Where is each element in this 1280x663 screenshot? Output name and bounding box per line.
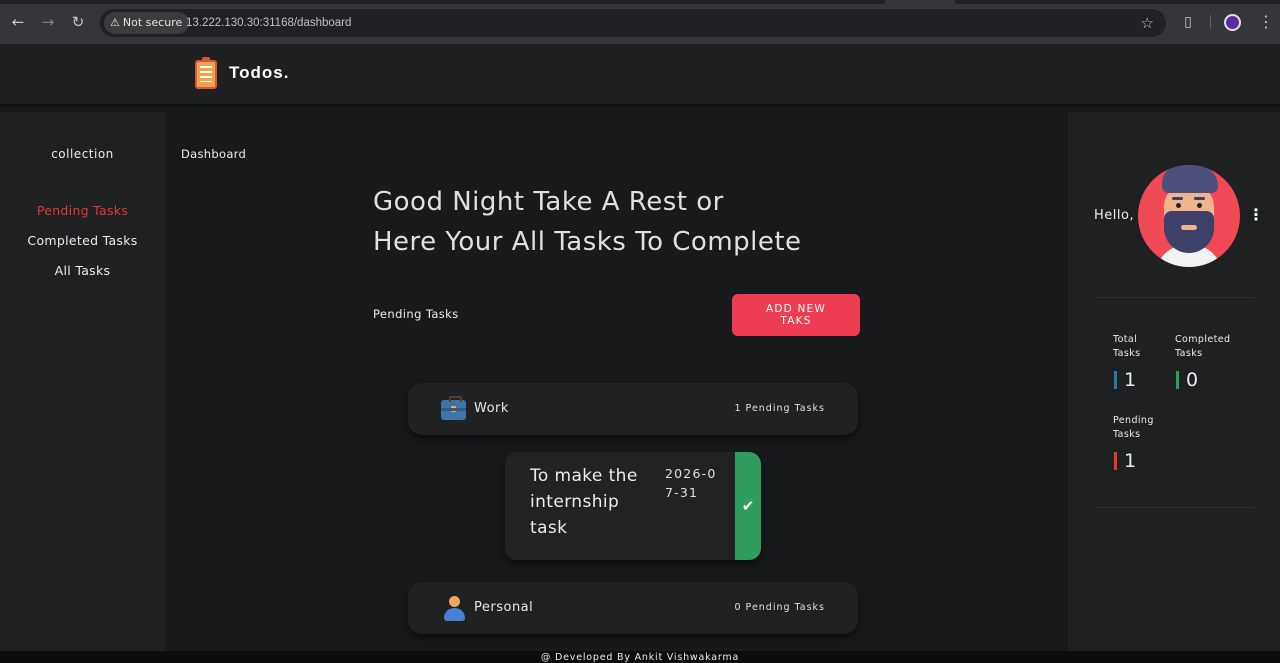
security-label: Not secure [122,16,183,29]
stat-completed-label: Completed Tasks [1175,334,1231,359]
url-text[interactable]: 13.222.130.30:31168/dashboard [186,9,351,37]
app-title[interactable]: Todos. [229,63,289,83]
main-content: Dashboard Good Night Take A Rest or Here… [166,112,1067,651]
briefcase-icon [441,396,466,420]
more-options-icon[interactable]: ⋮ [1248,206,1264,224]
profile-avatar-icon[interactable] [1224,14,1241,31]
complete-task-button[interactable]: ✔ [735,452,761,560]
address-bar[interactable]: ⚠ Not secure 13.222.130.30:31168/dashboar… [100,9,1166,37]
category-pending-count: 1 Pending Tasks [734,403,825,414]
back-icon[interactable]: ← [9,13,27,31]
sidebar-item-all-tasks[interactable]: All Tasks [0,263,165,278]
category-title: Work [474,401,509,416]
stat-pending-value: 1 [1114,450,1136,472]
clipboard-logo-icon [195,57,217,89]
greeting-line-2: Here Your All Tasks To Complete [373,227,802,257]
person-icon [444,596,466,622]
category-title: Personal [474,600,534,615]
tab-strip [0,0,1280,4]
stat-total-value: 1 [1114,369,1136,391]
category-card-personal[interactable]: Personal 0 Pending Tasks [408,582,858,634]
security-chip[interactable]: ⚠ Not secure [104,12,190,34]
sidebar-item-completed-tasks[interactable]: Completed Tasks [0,233,165,248]
greeting-line-1: Good Night Take A Rest or [373,187,724,217]
sidebar-item-pending-tasks[interactable]: Pending Tasks [0,203,165,218]
breadcrumb: Dashboard [181,147,247,161]
task-due-date: 2026-07-31 [665,466,717,500]
browser-menu-icon[interactable]: ⋮ [1258,12,1274,32]
browser-toolbar: ← → ↻ ⚠ Not secure 13.222.130.30:31168/da… [0,0,1280,44]
browser-tab[interactable] [885,0,955,4]
stat-completed-value: 0 [1176,369,1198,391]
hello-greeting: Hello, [1094,208,1135,223]
forward-icon[interactable]: → [39,13,57,31]
avatar[interactable] [1138,165,1240,267]
extensions-icon[interactable]: ▯ [1179,13,1197,31]
left-sidebar: collection Pending Tasks Completed Tasks… [0,112,165,651]
add-new-task-button[interactable]: ADD NEW TAKS [732,294,860,336]
footer-credit: @ Developed By Ankit Vishwakarma [0,651,1280,663]
checkmark-icon: ✔ [741,497,755,515]
stat-total-label: Total Tasks [1113,334,1141,359]
task-card[interactable]: To make the internship task 2026-07-31 ✔ [505,452,761,560]
toolbar-divider [1210,15,1211,29]
category-card-work[interactable]: Work 1 Pending Tasks [408,383,858,435]
greeting-heading: Good Night Take A Rest or Here Your All … [373,182,893,262]
profile-sidebar: Hello, ⋮ Total Tasks 1 Completed Tasks 0… [1068,112,1280,651]
bookmark-star-icon[interactable]: ☆ [1141,14,1154,32]
divider [1094,297,1254,298]
collection-title: collection [51,147,114,161]
reload-icon[interactable]: ↻ [69,13,87,31]
app-header: Todos. [0,44,1280,106]
stat-pending-label: Pending Tasks [1113,415,1154,440]
task-title: To make the internship task [530,466,638,538]
warning-icon: ⚠ [110,16,120,29]
divider [1094,507,1254,508]
section-title: Pending Tasks [373,307,459,321]
category-pending-count: 0 Pending Tasks [734,602,825,613]
